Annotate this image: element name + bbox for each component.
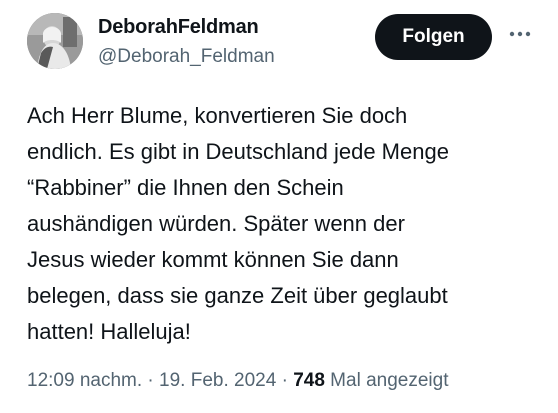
user-handle[interactable]: @Deborah_Feldman (98, 46, 275, 68)
tweet-metadata: 12:09 nachm. · 19. Feb. 2024 · 748 Mal a… (27, 370, 448, 392)
follow-button[interactable]: Folgen (375, 14, 492, 60)
more-horizontal-icon (509, 31, 531, 37)
profile-photo-icon (27, 13, 83, 69)
tweet-date[interactable]: 19. Feb. 2024 (159, 370, 276, 391)
more-options-button[interactable] (505, 24, 535, 44)
meta-separator: · (276, 370, 294, 391)
views-label: Mal angezeigt (330, 370, 449, 391)
tweet-card: DeborahFeldman @Deborah_Feldman Folgen A… (0, 0, 558, 413)
tweet-time[interactable]: 12:09 nachm. (27, 370, 142, 391)
display-name[interactable]: DeborahFeldman (98, 16, 259, 39)
views-count[interactable]: 748 (293, 370, 325, 391)
tweet-text: Ach Herr Blume, konvertieren Sie doch en… (27, 103, 449, 344)
meta-separator: · (142, 370, 160, 391)
avatar[interactable] (27, 13, 83, 69)
